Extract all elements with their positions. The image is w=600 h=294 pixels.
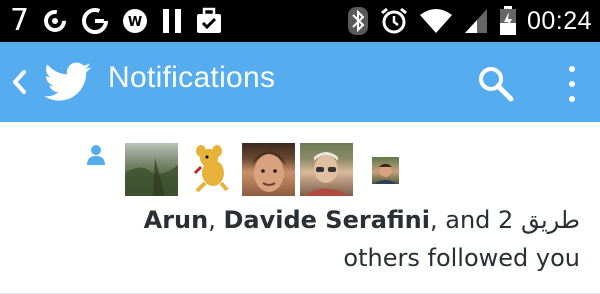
alarm-icon (379, 6, 409, 36)
status-bar-left: 7 W (10, 0, 223, 42)
battery-icon (499, 6, 517, 36)
overflow-menu-icon[interactable] (560, 64, 584, 104)
svg-text:W: W (128, 15, 142, 30)
avatar[interactable] (300, 143, 353, 196)
notification-item[interactable]: Arun, Davide Serafini, and 2 طريق others… (0, 122, 600, 294)
avatar-row (0, 143, 600, 199)
overflow-dot (569, 66, 575, 72)
w-icon: W (121, 7, 149, 35)
signal-icon (463, 7, 489, 35)
avatar[interactable] (242, 143, 295, 196)
g-icon (81, 7, 109, 35)
twitter-bird-icon[interactable] (44, 62, 92, 102)
refresh-icon (41, 7, 69, 35)
avatar[interactable] (125, 143, 178, 196)
separator-text: , (208, 206, 216, 234)
avatar[interactable] (185, 143, 238, 196)
notification-count: 7 (10, 3, 30, 38)
notification-text-line1: Arun, Davide Serafini, and 2 طريق (144, 206, 580, 234)
pause-icon (161, 7, 183, 35)
overflow-dot (569, 81, 575, 87)
page-title: Notifications (108, 61, 276, 94)
wifi-icon (419, 7, 453, 35)
overflow-dot (569, 96, 575, 102)
search-icon[interactable] (476, 64, 516, 104)
bluetooth-icon (347, 6, 369, 36)
user-name-link[interactable]: Arun (144, 206, 209, 234)
clock: 00:24 (526, 6, 592, 35)
avatar[interactable] (372, 157, 399, 184)
app-bar: Notifications (0, 42, 600, 122)
notification-text-line2: others followed you (343, 244, 580, 272)
separator-text: , and 2 (430, 206, 514, 234)
user-name-link[interactable]: Davide Serafini (224, 206, 431, 234)
status-bar: 7 W 00:24 (0, 0, 600, 42)
back-icon[interactable] (8, 66, 30, 98)
user-name-link[interactable]: طريق (521, 206, 580, 234)
briefcase-check-icon (195, 7, 223, 35)
status-bar-right: 00:24 (347, 0, 592, 42)
